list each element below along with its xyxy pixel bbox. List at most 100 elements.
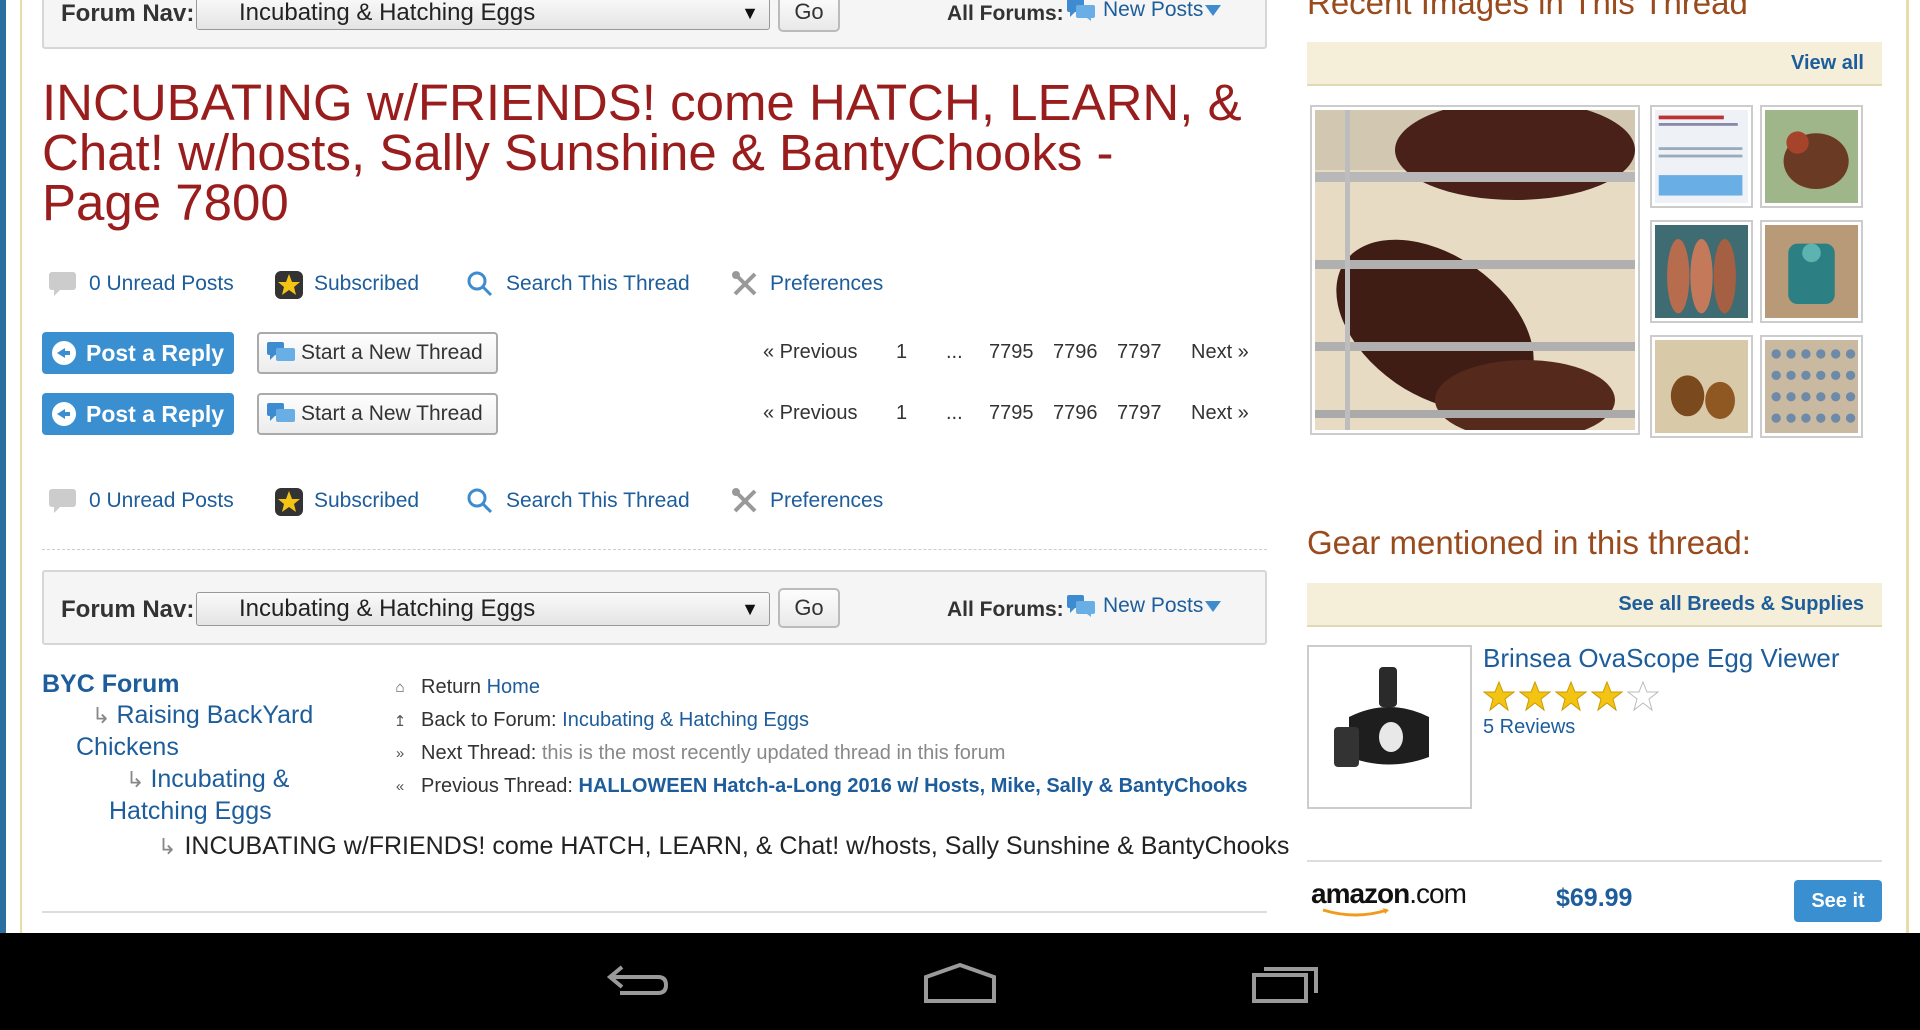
page-link[interactable]: 7796 — [1053, 402, 1098, 425]
home-icon[interactable] — [922, 963, 998, 1003]
breadcrumb-level2-a: Incubating & — [150, 765, 290, 793]
thread-image-thumb[interactable] — [1760, 105, 1863, 208]
breadcrumb-level1-b[interactable]: Chickens — [76, 733, 179, 762]
new-thread-label: Start a New Thread — [301, 341, 483, 364]
next-prefix: Next Thread: — [421, 742, 537, 764]
previous-icon: « — [395, 778, 405, 795]
gear-title: Gear mentioned in this thread: — [1307, 524, 1751, 561]
breadcrumb-current: ↳ INCUBATING w/FRIENDS! come HATCH, LEARN… — [158, 832, 1289, 861]
preferences-label: Preferences — [770, 489, 884, 512]
new-posts-label: New Posts — [1103, 0, 1204, 21]
post-reply-label: Post a Reply — [86, 340, 225, 366]
return-prefix: Return — [421, 676, 482, 698]
back-icon[interactable] — [600, 963, 670, 1003]
child-arrow-icon: ↳ — [158, 834, 177, 859]
thread-image-main[interactable] — [1310, 105, 1640, 435]
page-link-1[interactable]: 1 — [896, 341, 907, 364]
screenshot-thumbnail — [1655, 110, 1748, 203]
caret-down-icon — [1205, 600, 1222, 612]
tools-icon — [732, 271, 757, 296]
page-link[interactable]: 7796 — [1053, 341, 1098, 364]
forum-nav-select[interactable]: Incubating & Hatching Eggs ▼ — [196, 0, 770, 30]
new-posts-label: New Posts — [1103, 594, 1204, 617]
star-icon — [275, 488, 303, 516]
forum-nav-select[interactable]: Incubating & Hatching Eggs ▼ — [196, 592, 770, 626]
preferences-label: Preferences — [770, 272, 884, 295]
view-all-link[interactable]: View all — [1791, 52, 1864, 75]
see-all-link[interactable]: See all Breeds & Supplies — [1618, 593, 1864, 616]
forum-nav-selected: Incubating & Hatching Eggs — [239, 0, 536, 26]
unread-posts-label: 0 Unread Posts — [89, 489, 234, 512]
previous-thread-link[interactable]: HALLOWEEN Hatch-a-Long 2016 w/ Hosts, Mi… — [579, 775, 1248, 797]
speech-bubbles-icon — [1067, 0, 1095, 22]
egg-viewer-picture — [1309, 647, 1470, 807]
thread-image-thumb[interactable] — [1650, 220, 1753, 323]
next-page-link[interactable]: Next » — [1191, 341, 1249, 364]
new-thread-button[interactable]: Start a New Thread — [257, 393, 498, 435]
next-page-link[interactable]: Next » — [1191, 402, 1249, 425]
page-link[interactable]: 7795 — [989, 402, 1034, 425]
incubator-thumbnail — [1765, 225, 1858, 318]
breadcrumb-level2[interactable]: ↳ Incubating & — [126, 765, 289, 794]
post-reply-button[interactable]: Post a Reply — [42, 393, 234, 435]
go-button[interactable]: Go — [778, 588, 840, 628]
amazon-smile-icon — [1322, 908, 1389, 917]
thread-image-thumb[interactable] — [1760, 220, 1863, 323]
page-link[interactable]: 7795 — [989, 341, 1034, 364]
back-forum-link[interactable]: Incubating & Hatching Eggs — [562, 709, 809, 731]
previous-page-link[interactable]: « Previous — [763, 402, 858, 425]
dropdown-arrow-icon: ▼ — [741, 3, 759, 23]
right-border — [1906, 0, 1909, 933]
breadcrumb-current-label: INCUBATING w/FRIENDS! come HATCH, LEARN,… — [184, 832, 1290, 860]
post-reply-button[interactable]: Post a Reply — [42, 332, 234, 374]
pagination-bottom: « Previous 1 ... 7795 7796 7797 Next » — [760, 402, 1260, 442]
all-forums-label: All Forums: — [947, 2, 1064, 25]
subscribed-label: Subscribed — [314, 489, 420, 512]
thread-image-thumb[interactable] — [1650, 335, 1753, 438]
new-thread-label: Start a New Thread — [301, 402, 483, 425]
new-posts-link[interactable]: New Posts — [1067, 0, 1222, 22]
page-link-1[interactable]: 1 — [896, 402, 907, 425]
star-rating-icon — [1482, 680, 1660, 712]
see-it-button[interactable]: See it — [1794, 880, 1882, 922]
comment-icon — [49, 489, 76, 513]
thread-image-thumb[interactable] — [1760, 335, 1863, 438]
comment-icon — [49, 272, 76, 296]
forum-nav-label: Forum Nav: — [61, 0, 195, 27]
page-link[interactable]: 7797 — [1117, 341, 1162, 364]
recent-apps-icon[interactable] — [1250, 963, 1322, 1003]
go-button[interactable]: Go — [778, 0, 840, 32]
back-prefix: Back to Forum: — [421, 709, 557, 731]
candling-thumbnail — [1655, 340, 1748, 433]
divider — [42, 549, 1267, 550]
chicken-thumbnail — [1765, 110, 1858, 203]
new-thread-button[interactable]: Start a New Thread — [257, 332, 498, 374]
next-thread-text: this is the most recently updated thread… — [541, 742, 1006, 764]
forum-nav-top: Forum Nav: Incubating & Hatching Eggs ▼ … — [42, 0, 1267, 49]
thread-image-thumb[interactable] — [1650, 105, 1753, 208]
child-arrow-icon: ↳ — [126, 767, 145, 792]
product-image[interactable] — [1307, 645, 1472, 809]
breadcrumb-level1[interactable]: ↳ Raising BackYard — [92, 701, 313, 730]
forum-nav-bottom: Forum Nav: Incubating & Hatching Eggs ▼ … — [42, 570, 1267, 645]
rating-stars — [1482, 680, 1663, 717]
previous-page-link[interactable]: « Previous — [763, 341, 858, 364]
page-link[interactable]: 7797 — [1117, 402, 1162, 425]
up-arrow-icon: ↥ — [393, 713, 407, 730]
child-arrow-icon: ↳ — [92, 703, 111, 728]
search-icon — [467, 271, 493, 297]
new-posts-link[interactable]: New Posts — [1067, 594, 1222, 618]
divider — [1307, 860, 1882, 862]
post-reply-label: Post a Reply — [86, 401, 225, 427]
reply-arrow-icon — [52, 402, 76, 426]
pagination-top: « Previous 1 ... 7795 7796 7797 Next » — [760, 341, 1260, 381]
pager-ellipsis: ... — [946, 341, 963, 363]
star-icon — [275, 271, 303, 299]
egg-tray-thumbnail — [1765, 340, 1858, 433]
reply-arrow-icon — [52, 341, 76, 365]
breadcrumb-root[interactable]: BYC Forum — [42, 670, 180, 699]
home-link[interactable]: Home — [487, 676, 540, 698]
reviews-link[interactable]: 5 Reviews — [1483, 716, 1575, 739]
breadcrumb-level2-b[interactable]: Hatching Eggs — [109, 797, 272, 826]
product-name-link[interactable]: Brinsea OvaScope Egg Viewer — [1483, 643, 1840, 674]
